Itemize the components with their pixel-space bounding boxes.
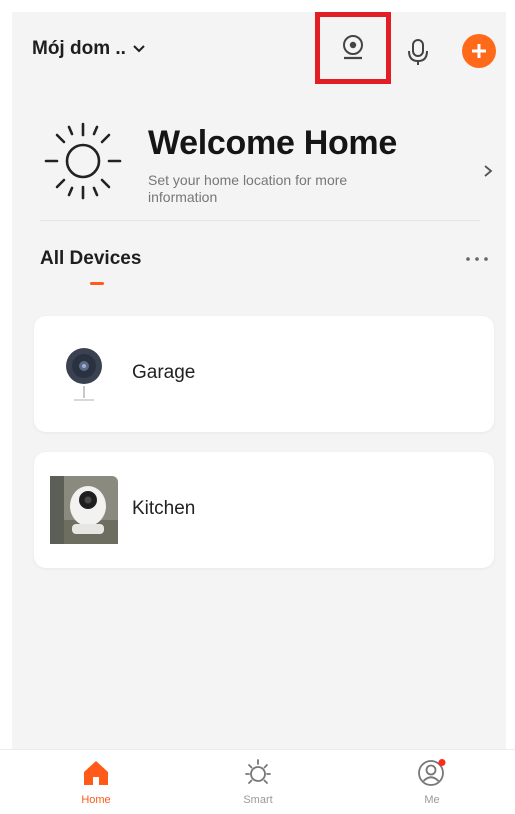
device-name: Kitchen	[132, 498, 196, 519]
tab-all-devices[interactable]: All Devices	[40, 248, 141, 270]
add-button[interactable]	[462, 34, 496, 68]
home-icon	[84, 761, 108, 785]
welcome-subtitle: Set your home location for more informat…	[148, 172, 348, 205]
camera-icon	[343, 35, 363, 60]
sun-icon	[44, 122, 122, 200]
nav-smart[interactable]: Smart	[218, 758, 298, 814]
more-dots-icon[interactable]	[464, 252, 490, 266]
welcome-title: Welcome Home	[148, 124, 397, 162]
camera-button[interactable]	[315, 12, 391, 84]
app-screen: Mój dom .. Welcome Home Set your home lo…	[0, 12, 515, 814]
dome-camera-icon	[66, 348, 102, 401]
device-tabs: All Devices	[40, 248, 490, 292]
device-card-garage[interactable]: Garage	[34, 316, 494, 432]
device-name: Garage	[132, 362, 196, 383]
chevron-down-icon	[133, 45, 145, 53]
home-name: Mój dom ..	[32, 38, 126, 59]
home-selector[interactable]: Mój dom ..	[32, 38, 146, 60]
chevron-right-icon	[484, 165, 493, 177]
divider	[40, 220, 480, 221]
nav-me[interactable]: Me	[392, 758, 472, 814]
device-card-kitchen[interactable]: Kitchen	[34, 452, 494, 568]
welcome-banner[interactable]: Welcome Home Set your home location for …	[12, 106, 506, 226]
bottom-nav: Home Smart Me	[0, 749, 515, 814]
active-tab-indicator	[90, 282, 104, 285]
indoor-camera-photo-icon	[50, 476, 118, 544]
microphone-icon	[408, 39, 428, 65]
microphone-button[interactable]	[402, 36, 434, 68]
nav-smart-label: Smart	[243, 794, 273, 806]
plus-icon	[472, 44, 486, 58]
profile-icon	[418, 759, 446, 786]
nav-home[interactable]: Home	[56, 758, 136, 814]
nav-home-label: Home	[81, 794, 111, 806]
nav-me-label: Me	[424, 794, 440, 806]
header: Mój dom ..	[12, 12, 506, 92]
notification-dot	[438, 759, 446, 766]
smart-sun-icon	[245, 759, 271, 784]
